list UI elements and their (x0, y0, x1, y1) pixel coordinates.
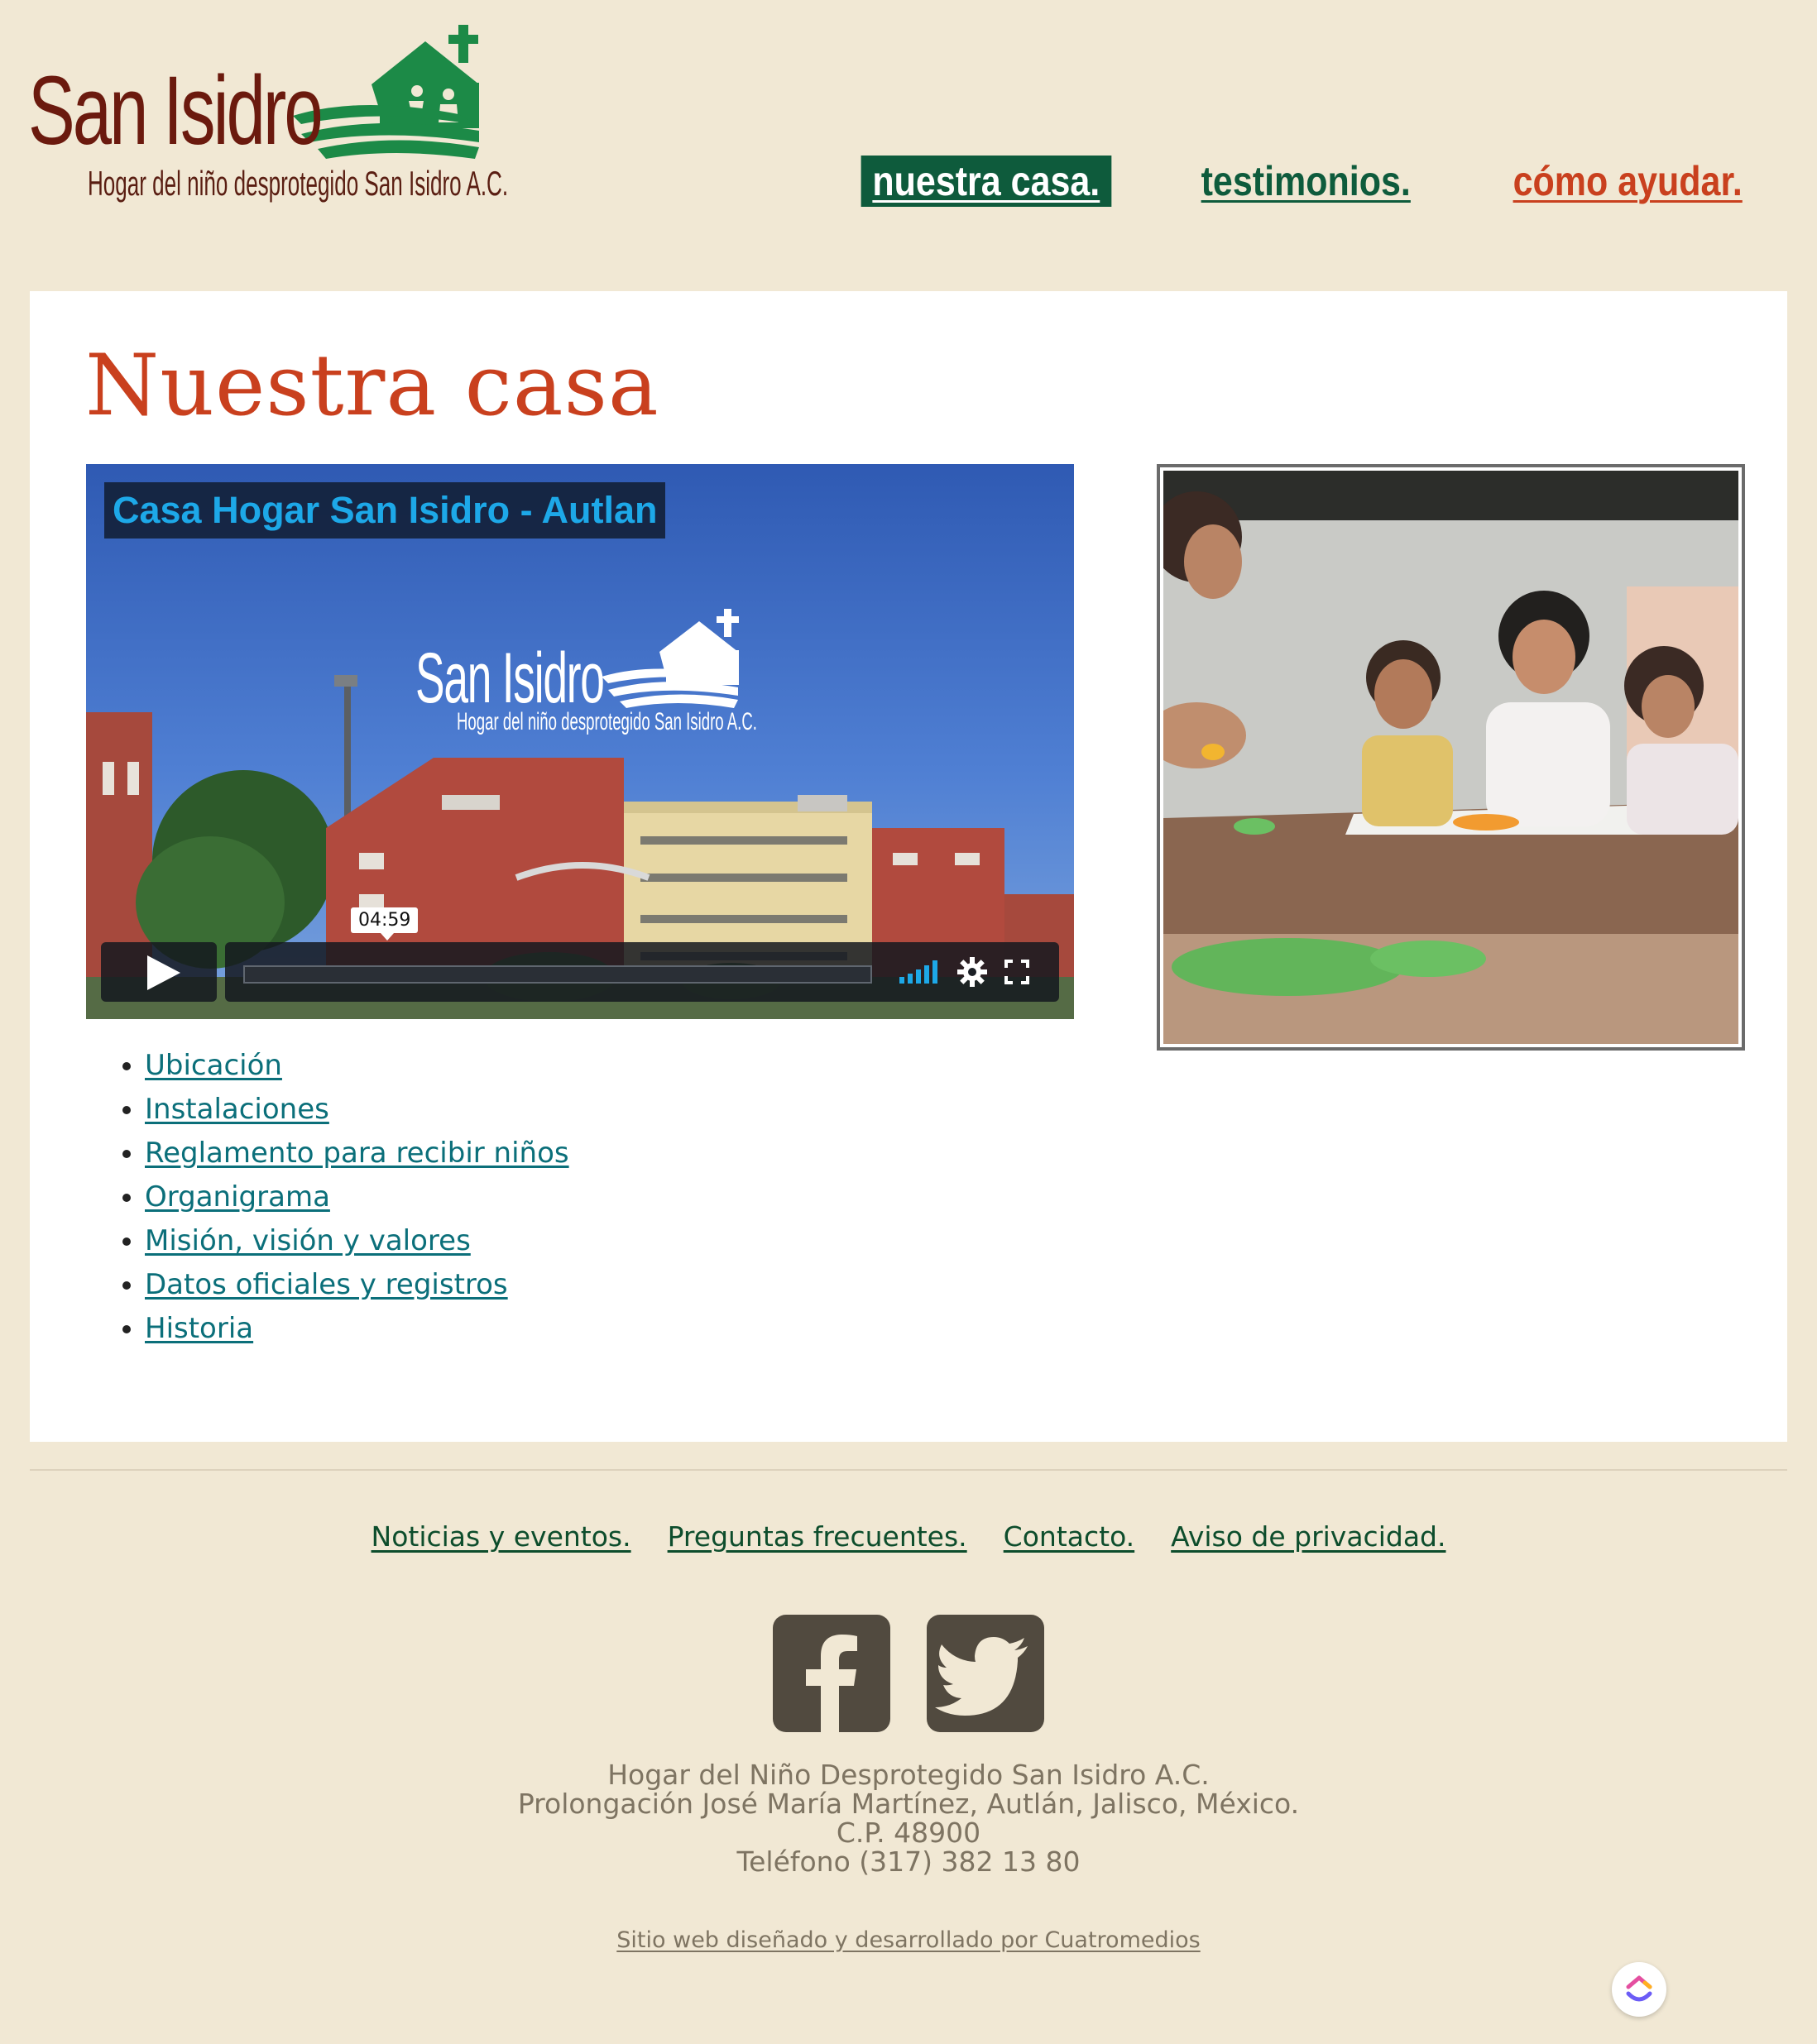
logo-title: San Isidro (28, 56, 324, 165)
video-controls: 04:59 (101, 907, 1059, 1002)
nuestra-casa-links: Ubicación Instalaciones Reglamento para … (85, 1044, 569, 1351)
social-links (773, 1615, 1044, 1732)
list-item: Reglamento para recibir niños (145, 1132, 569, 1175)
footer-divider (30, 1469, 1787, 1471)
link-organigrama[interactable]: Organigrama (145, 1180, 330, 1213)
nav-testimonios[interactable]: testimonios. (1190, 156, 1422, 207)
page-title: Nuestra casa (85, 337, 659, 435)
kids-photo (1157, 464, 1745, 1051)
facebook-icon (806, 1635, 857, 1732)
list-item: Historia (145, 1307, 569, 1351)
credit-link[interactable]: Sitio web diseñado y desarrollado por Cu… (616, 1927, 1200, 1953)
address-line: Teléfono (317) 382 13 80 (736, 1845, 1081, 1878)
list-item: Datos oficiales y registros (145, 1263, 569, 1307)
footer-address: Hogar del Niño Desprotegido San Isidro A… (0, 1760, 1817, 1876)
footer-link-noticias[interactable]: Noticias y eventos. (372, 1520, 631, 1553)
facebook-button[interactable] (773, 1615, 890, 1732)
settings-gear-icon[interactable] (957, 957, 987, 987)
address-line: Prolongación José María Martínez, Autlán… (517, 1788, 1300, 1820)
twitter-icon (935, 1637, 1028, 1716)
play-button[interactable] (101, 942, 217, 1002)
clickup-icon (1626, 1975, 1652, 2002)
content-panel: Nuestra casa Casa Hogar San Isidro - Aut… (30, 291, 1787, 1442)
list-item: Ubicación (145, 1044, 569, 1088)
photo-image (1163, 471, 1738, 1044)
address-line: C.P. 48900 (836, 1817, 981, 1849)
twitter-button[interactable] (927, 1615, 1044, 1732)
link-ubicacion[interactable]: Ubicación (145, 1049, 282, 1082)
footer-link-contacto[interactable]: Contacto. (1004, 1520, 1135, 1553)
list-item: Instalaciones (145, 1088, 569, 1132)
site-header: San Isidro Hogar del niño desprotegido S… (0, 0, 1817, 290)
control-bar: 04:59 (225, 907, 1059, 1002)
video-logo-house-icon (602, 609, 739, 708)
footer-credit: Sitio web diseñado y desarrollado por Cu… (0, 1927, 1817, 1953)
link-mision-vision[interactable]: Misión, visión y valores (145, 1224, 471, 1257)
house-logo-icon (293, 25, 479, 159)
fullscreen-icon[interactable] (1004, 960, 1029, 984)
video-player[interactable]: Casa Hogar San Isidro - Autlan San Isidr… (86, 464, 1074, 1019)
link-historia[interactable]: Historia (145, 1312, 253, 1345)
duration-badge: 04:59 (351, 907, 419, 941)
volume-icon[interactable] (899, 960, 942, 984)
footer-link-preguntas[interactable]: Preguntas frecuentes. (668, 1520, 967, 1553)
footer-link-privacidad[interactable]: Aviso de privacidad. (1171, 1520, 1445, 1553)
footer-nav: Noticias y eventos. Preguntas frecuentes… (0, 1520, 1817, 1553)
nav-nuestra-casa[interactable]: nuestra casa. (861, 156, 1111, 207)
list-item: Misión, visión y valores (145, 1219, 569, 1263)
video-title: Casa Hogar San Isidro - Autlan (104, 482, 666, 539)
video-logo-subtitle: Hogar del niño desprotegido San Isidro A… (457, 708, 757, 735)
progress-bar[interactable] (243, 965, 872, 984)
address-line: Hogar del Niño Desprotegido San Isidro A… (607, 1759, 1210, 1791)
video-logo: San Isidro Hogar del niño desprotegido S… (415, 609, 757, 749)
nav-como-ayudar[interactable]: cómo ayudar. (1501, 156, 1753, 207)
list-item: Organigrama (145, 1175, 569, 1219)
main-nav: nuestra casa. testimonios. cómo ayudar. (841, 156, 1774, 207)
link-instalaciones[interactable]: Instalaciones (145, 1093, 329, 1126)
floating-widget-button[interactable] (1612, 1962, 1666, 2017)
site-logo[interactable]: San Isidro Hogar del niño desprotegido S… (28, 25, 508, 215)
link-reglamento[interactable]: Reglamento para recibir niños (145, 1137, 569, 1170)
link-datos-oficiales[interactable]: Datos oficiales y registros (145, 1268, 508, 1301)
logo-subtitle: Hogar del niño desprotegido San Isidro A… (88, 164, 509, 203)
